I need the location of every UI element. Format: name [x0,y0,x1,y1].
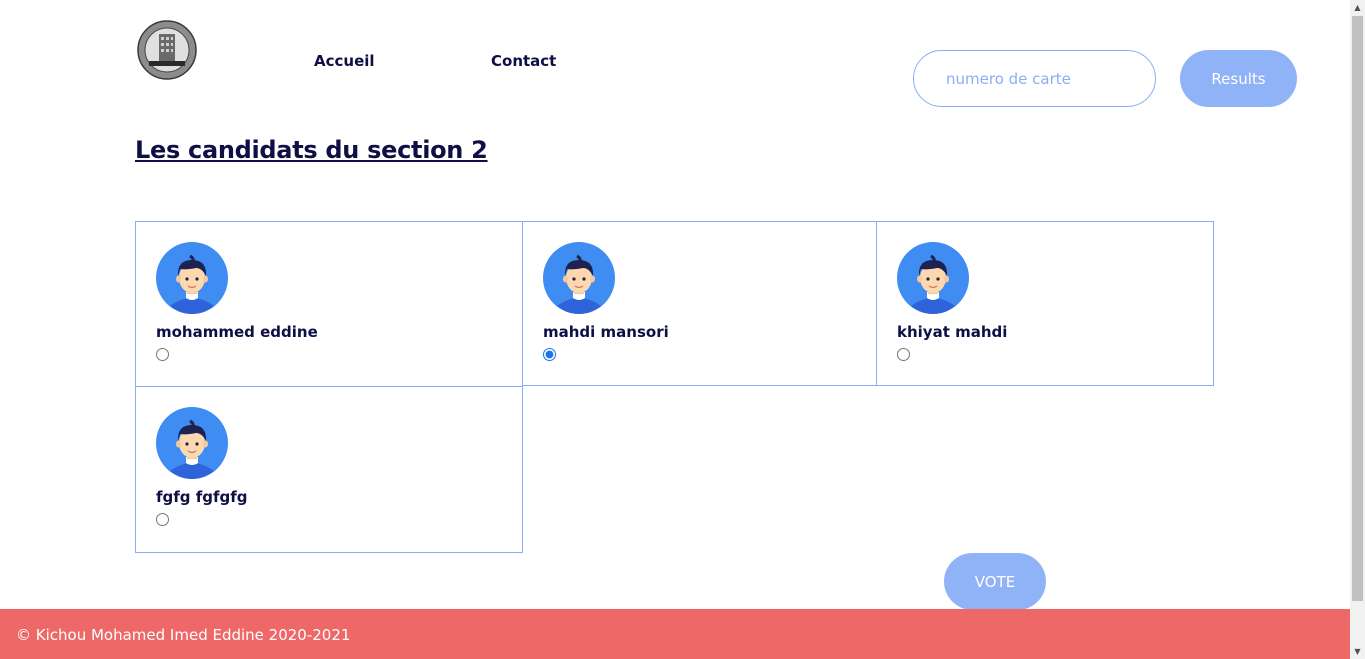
candidate-name: mahdi mansori [543,323,669,341]
candidate-card: mahdi mansori [523,221,877,386]
candidate-card: fgfg fgfgfg [135,387,523,553]
candidate-card: mohammed eddine [135,221,523,387]
card-number-input[interactable] [913,50,1156,107]
candidate-name: fgfg fgfgfg [156,488,248,506]
candidate-radio[interactable] [156,513,169,526]
vertical-scrollbar[interactable]: ▲ ▼ [1350,0,1365,659]
candidate-radio[interactable] [897,348,910,361]
scrollbar-thumb[interactable] [1352,16,1363,601]
page: Accueil Contact Results Les candidats du… [0,0,1350,659]
footer: © Kichou Mohamed Imed Eddine 2020-2021 [0,609,1350,659]
university-logo-icon [137,20,197,80]
nav-link-accueil[interactable]: Accueil [314,52,375,70]
avatar-icon [156,407,228,479]
results-button[interactable]: Results [1180,50,1297,107]
page-title: Les candidats du section 2 [135,136,488,164]
scroll-down-arrow-icon[interactable]: ▼ [1350,644,1365,659]
footer-copyright: © Kichou Mohamed Imed Eddine 2020-2021 [16,626,351,644]
candidate-name: khiyat mahdi [897,323,1008,341]
scroll-up-arrow-icon[interactable]: ▲ [1350,0,1365,15]
avatar-icon [156,242,228,314]
candidate-name: mohammed eddine [156,323,318,341]
avatar-icon [543,242,615,314]
vote-button[interactable]: VOTE [944,553,1046,610]
candidate-card: khiyat mahdi [876,221,1214,386]
candidate-radio[interactable] [543,348,556,361]
avatar-icon [897,242,969,314]
nav-link-contact[interactable]: Contact [491,52,556,70]
candidate-radio[interactable] [156,348,169,361]
